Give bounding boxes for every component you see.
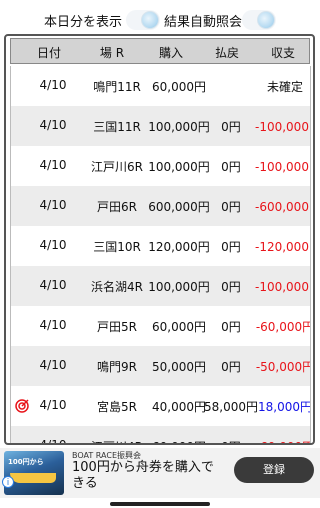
hit-target-icon — [15, 399, 29, 413]
cell-balance: 未確定 — [266, 80, 303, 94]
cell-buy: 60,000円 — [152, 80, 206, 94]
ad-image-text: 100円から — [8, 458, 44, 466]
ad-image[interactable]: 100円から — [4, 451, 64, 495]
cell-date: 4/10 — [39, 158, 67, 172]
cell-date: 4/10 — [39, 318, 67, 332]
toggle-knob — [141, 11, 159, 29]
header-venue: 場 R — [99, 46, 125, 60]
table-row[interactable]: 4/10 戸田5R 60,000円 0円 -60,000円 — [11, 306, 310, 346]
cell-venue: 鳴門11R — [93, 80, 141, 94]
home-indicator[interactable] — [110, 502, 210, 506]
cell-payout: 0円 — [221, 240, 241, 254]
table-row[interactable]: 4/10 宮島5R 40,000円 58,000円 18,000円 — [11, 386, 310, 426]
cell-venue: 鳴門9R — [97, 360, 137, 374]
toggle-knob — [257, 11, 275, 29]
cell-venue: 戸田6R — [97, 200, 137, 214]
cell-payout: 0円 — [221, 160, 241, 174]
cell-date: 4/10 — [39, 238, 67, 252]
cell-balance: -60,000円 — [255, 438, 310, 443]
bet-history-panel: 日付 場 R 購入 払戻 収支 4/10 鳴門11R 60,000円 未確定 4/10 三… — [4, 34, 315, 445]
header-buy: 購入 — [158, 46, 183, 60]
table-row[interactable]: 4/10三国11R100,000円0円-100,000円 — [11, 106, 310, 146]
ad-headline[interactable]: 100円から舟券を購入できる — [72, 460, 222, 492]
cell-date: 4/10 — [39, 278, 67, 292]
cell-balance: 18,000円 — [258, 400, 311, 414]
cell-balance: -50,000円 — [255, 360, 311, 374]
ad-register-button[interactable]: 登録 — [234, 457, 314, 483]
show-today-label: 本日分を表示 — [44, 15, 123, 30]
cell-balance: -600,000円 — [255, 200, 310, 214]
cell-venue: 三国11R — [93, 120, 141, 134]
table-row[interactable]: 4/10江戸川6R100,000円0円-100,000円 — [11, 146, 310, 186]
cell-date: 4/10 — [39, 398, 67, 412]
header-date: 日付 — [36, 46, 61, 60]
cell-payout: 0円 — [221, 120, 241, 134]
settings-toggle-bar: 本日分を表示 結果自動照会 — [0, 0, 320, 36]
cell-payout: 58,000円 — [204, 400, 258, 414]
cell-date: 4/10 — [39, 118, 67, 132]
cell-venue: 江戸川6R — [91, 160, 143, 174]
ad-banner[interactable]: 100円から i BOAT RACE振興会 100円から舟券を購入できる 登録 — [0, 448, 320, 498]
auto-result-label: 結果自動照会 — [164, 15, 243, 30]
boat-graphic — [10, 473, 56, 483]
table-row[interactable]: 4/10三国10R120,000円0円-120,000円 — [11, 226, 310, 266]
cell-payout: 0円 — [203, 438, 259, 443]
auto-result-toggle[interactable] — [242, 10, 276, 30]
cell-date: 4/10 — [39, 358, 67, 372]
cell-payout: 0円 — [221, 280, 241, 294]
cell-venue: 三国10R — [93, 240, 141, 254]
cell-date: 4/10 — [39, 438, 67, 445]
cell-venue: 江戸川4R — [87, 438, 147, 443]
cell-payout: 0円 — [221, 200, 241, 214]
table-row[interactable]: 4/10戸田6R600,000円0円-600,000円 — [11, 186, 310, 226]
cell-venue: 宮島5R — [97, 400, 137, 414]
cell-date: 4/10 — [39, 78, 67, 92]
header-balance: 収支 — [270, 46, 295, 60]
cell-payout: 0円 — [221, 360, 241, 374]
cell-venue: 浜名湖4R — [91, 280, 143, 294]
table-row[interactable]: 4/10 鳴門9R 50,000円 0円 -50,000円 — [11, 346, 310, 386]
cell-date: 4/10 — [39, 198, 67, 212]
table-row[interactable]: 4/10江戸川4R60,000円0円-60,000円 — [11, 426, 310, 445]
cell-payout: 0円 — [221, 320, 241, 334]
table-row[interactable]: 4/10 鳴門11R 60,000円 未確定 — [11, 66, 310, 106]
cell-balance: -100,000円 — [255, 160, 310, 174]
table-body[interactable]: 4/10 鳴門11R 60,000円 未確定 4/10 三国11R 100,000円 0円 -1… — [10, 66, 311, 445]
header-payout: 払戻 — [214, 46, 239, 60]
table-header: 日付 場 R 購入 払戻 収支 — [10, 38, 310, 64]
cell-venue: 戸田5R — [97, 320, 137, 334]
cell-balance: -100,000円 — [255, 280, 310, 294]
ad-info-icon[interactable]: i — [2, 476, 14, 488]
cell-balance: -100,000円 — [255, 120, 310, 134]
table-row[interactable]: 4/10浜名湖4R100,000円0円-100,000円 — [11, 266, 310, 306]
cell-balance: -60,000円 — [255, 320, 311, 334]
cell-balance: -120,000円 — [255, 240, 310, 254]
show-today-toggle[interactable] — [126, 10, 160, 30]
